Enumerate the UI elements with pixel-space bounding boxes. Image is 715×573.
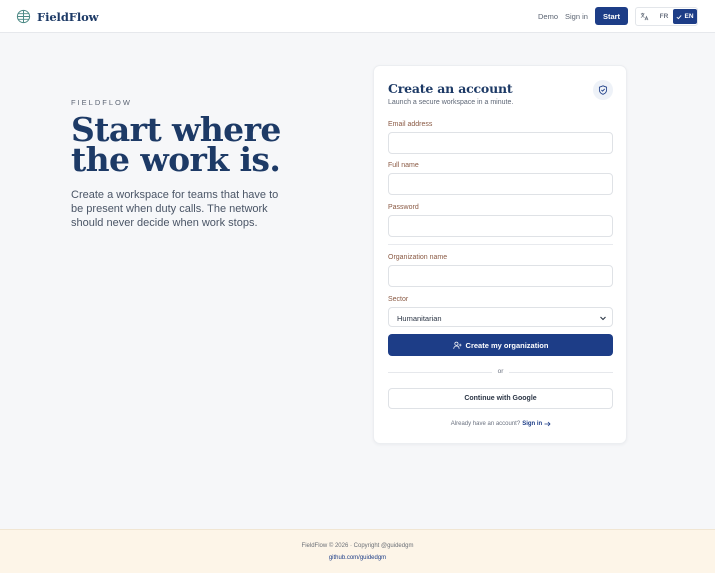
card-subtitle: Launch a secure workspace in a minute.	[388, 99, 514, 106]
arrow-right-icon	[544, 421, 551, 427]
globe-grid-icon	[16, 9, 31, 24]
shield-check-icon	[598, 85, 608, 95]
create-organization-button[interactable]: Create my organization	[388, 334, 613, 356]
sign-in-link[interactable]: Sign in	[522, 421, 551, 427]
organization-name-field[interactable]	[388, 265, 613, 287]
user-plus-icon	[452, 341, 462, 349]
sector-selected-value: Humanitarian	[397, 314, 442, 323]
password-field[interactable]	[388, 215, 613, 237]
hero-title: Start where the work is.	[71, 110, 281, 179]
language-option-en[interactable]: EN	[673, 9, 697, 24]
hero-description: Create a workspace for teams that have t…	[71, 189, 279, 229]
check-icon	[676, 14, 683, 19]
sign-in-link-label: Sign in	[522, 421, 543, 427]
language-option-fr[interactable]: FR	[656, 10, 672, 23]
continue-with-google-button[interactable]: Continue with Google	[388, 388, 613, 409]
footer-github-link[interactable]: github.com/guidedgm	[0, 555, 715, 561]
hero-eyebrow: FIELDFLOW	[71, 98, 132, 107]
nav-link-sign-in[interactable]: Sign in	[565, 12, 588, 21]
signup-card: Create an account Launch a secure worksp…	[373, 65, 627, 444]
card-title: Create an account	[388, 81, 513, 96]
footer-copyright: FieldFlow © 2026 · Copyright @guidedgm	[301, 543, 414, 549]
sign-in-prompt-row: Already have an account? Sign in	[374, 421, 628, 427]
or-text: or	[497, 368, 504, 375]
chevron-down-icon	[600, 316, 606, 321]
form-divider	[388, 244, 613, 245]
email-field[interactable]	[388, 132, 613, 154]
sign-in-prompt-text: Already have an account?	[450, 421, 521, 427]
full-name-field[interactable]	[388, 173, 613, 195]
top-navigation-bar: FieldFlow Demo Sign in Start FR EN	[0, 0, 715, 33]
page-footer: FieldFlow © 2026 · Copyright @guidedgm g…	[0, 529, 715, 573]
password-label: Password	[388, 204, 419, 211]
sector-select[interactable]: Humanitarian	[388, 307, 613, 327]
sector-label: Sector	[388, 296, 409, 303]
language-switcher: FR EN	[635, 7, 698, 26]
brand-name: FieldFlow	[37, 9, 99, 24]
email-label: Email address	[388, 121, 433, 128]
organization-name-label: Organization name	[388, 254, 448, 261]
or-separator: or	[388, 368, 613, 377]
language-option-en-label: EN	[684, 13, 694, 20]
nav-link-demo[interactable]: Demo	[538, 12, 558, 21]
full-name-label: Full name	[388, 162, 419, 169]
translate-icon	[640, 12, 649, 21]
start-button[interactable]: Start	[595, 7, 628, 25]
create-organization-label: Create my organization	[465, 340, 549, 350]
brand-logo[interactable]: FieldFlow	[16, 8, 99, 25]
security-badge	[593, 80, 613, 100]
